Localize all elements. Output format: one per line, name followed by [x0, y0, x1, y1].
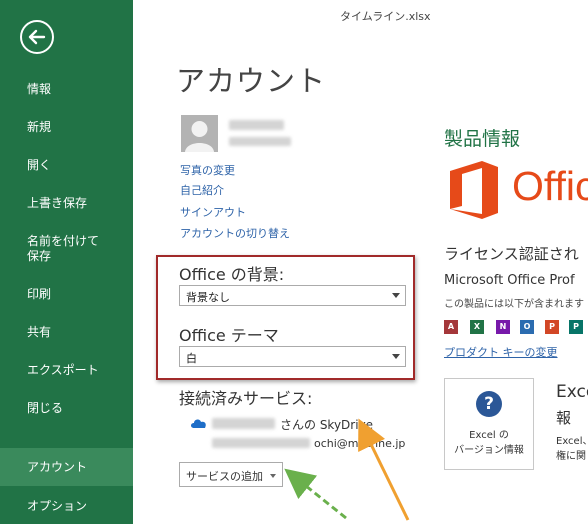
nav-account[interactable]: アカウント	[0, 448, 133, 486]
person-icon	[185, 121, 214, 152]
about-excel-label-line2: バージョン情報	[454, 445, 524, 456]
about-excel-heading: Excel	[556, 382, 588, 402]
back-arrow-icon	[28, 29, 46, 45]
redacted-user-email	[229, 137, 291, 146]
skydrive-service-email: ochi@m.jcnne.jp	[314, 437, 406, 450]
skydrive-service-name: さんの SkyDrive	[280, 418, 374, 432]
nav-save[interactable]: 上書き保存	[0, 195, 133, 211]
office-background-value: 背景なし	[186, 291, 230, 304]
nav-save-as[interactable]: 名前を付けて	[0, 233, 133, 249]
nav-new[interactable]: 新規	[0, 119, 133, 135]
nav-share[interactable]: 共有	[0, 324, 133, 340]
redacted-service-email	[212, 438, 310, 448]
about-excel-description-line1: Excel、	[556, 436, 588, 447]
avatar	[181, 115, 218, 152]
about-excel-label-line1: Excel の	[469, 430, 509, 441]
office-background-dropdown[interactable]: 背景なし	[179, 285, 406, 306]
redacted-user-name	[229, 120, 284, 130]
sign-out-link[interactable]: サインアウト	[180, 204, 246, 220]
about-excel-description-line2: 権に関	[556, 451, 586, 462]
redacted-service-user	[212, 418, 275, 429]
office-theme-label: Office テーマ	[179, 326, 279, 345]
question-mark-icon: ?	[476, 391, 502, 417]
backstage-sidebar: 情報 新規 開く 上書き保存 名前を付けて 保存 印刷 共有 エクスポート 閉じ…	[0, 0, 133, 524]
green-arrow-icon	[284, 468, 347, 520]
powerpoint-icon: P	[545, 320, 559, 334]
connected-services-label: 接続済みサービス:	[179, 389, 313, 408]
about-excel-heading-line2: 報	[556, 409, 572, 427]
office-logo-text: Offic	[512, 163, 588, 209]
add-service-label: サービスの追加	[186, 470, 263, 483]
license-product-name: Microsoft Office Prof	[444, 273, 575, 288]
chevron-down-icon	[392, 354, 400, 359]
change-photo-link[interactable]: 写真の変更	[180, 162, 235, 178]
window-title: タイムライン.xlsx	[340, 10, 431, 23]
chevron-down-icon	[392, 293, 400, 298]
nav-info[interactable]: 情報	[0, 81, 133, 97]
onenote-icon: N	[496, 320, 510, 334]
access-icon: A	[444, 320, 458, 334]
nav-open[interactable]: 開く	[0, 157, 133, 173]
office-background-label: Office の背景:	[179, 265, 285, 284]
license-status-title: ライセンス認証され	[444, 245, 579, 263]
nav-options[interactable]: オプション	[0, 498, 133, 514]
nav-close[interactable]: 閉じる	[0, 400, 133, 416]
back-button[interactable]	[20, 20, 54, 54]
about-me-link[interactable]: 自己紹介	[180, 182, 224, 198]
office-theme-dropdown[interactable]: 白	[179, 346, 406, 367]
about-excel-button[interactable]: ? Excel の バージョン情報	[444, 378, 534, 470]
product-info-title: 製品情報	[444, 128, 521, 150]
page-title: アカウント	[176, 64, 327, 98]
nav-save-as-line2[interactable]: 保存	[0, 248, 133, 264]
license-includes-note: この製品には以下が含まれます	[444, 299, 584, 310]
chevron-down-icon	[270, 474, 276, 478]
skydrive-cloud-icon	[191, 419, 206, 428]
outlook-icon: O	[520, 320, 534, 334]
office-theme-value: 白	[186, 352, 197, 365]
add-service-button[interactable]: サービスの追加	[179, 462, 283, 487]
office-logo-icon	[450, 161, 498, 219]
publisher-icon: P	[569, 320, 583, 334]
nav-print[interactable]: 印刷	[0, 286, 133, 302]
switch-account-link[interactable]: アカウントの切り替え	[180, 225, 290, 241]
excel-icon: X	[470, 320, 484, 334]
change-product-key-link[interactable]: プロダクト キーの変更	[444, 344, 558, 360]
nav-export[interactable]: エクスポート	[0, 362, 133, 378]
